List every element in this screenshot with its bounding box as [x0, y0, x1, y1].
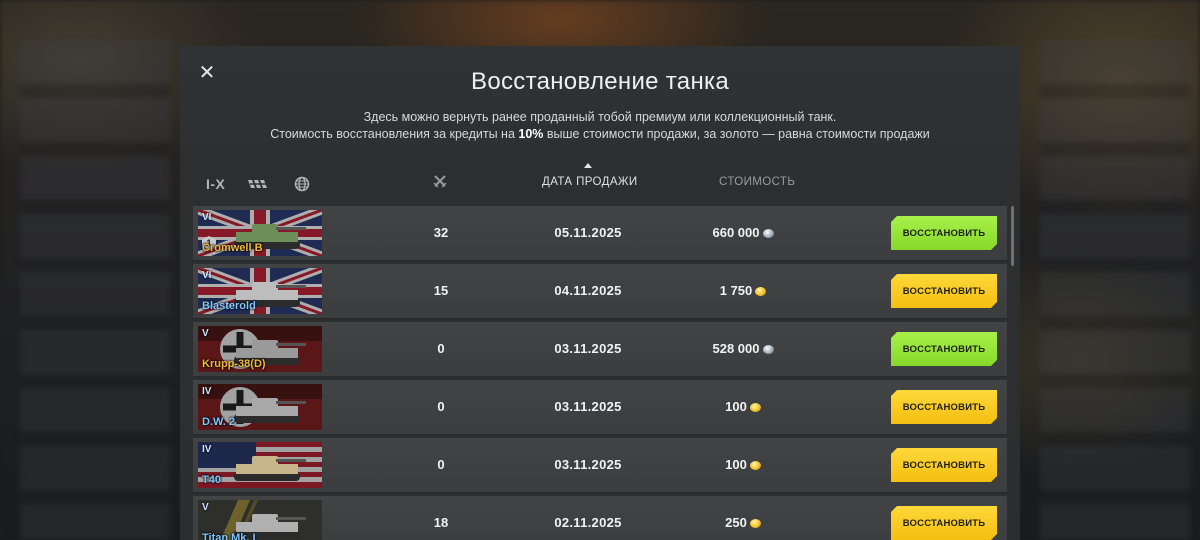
battles-count: 0 — [437, 457, 445, 472]
restore-button[interactable]: ВОССТАНОВИТЬ — [891, 448, 997, 482]
tank-tier: VI — [202, 212, 212, 223]
dialog-description: Здесь можно вернуть ранее проданный тобо… — [180, 109, 1020, 143]
restore-button[interactable]: ВОССТАНОВИТЬ — [891, 216, 997, 250]
tank-name: T40 — [202, 474, 221, 486]
silver-coin-icon — [762, 229, 774, 238]
silver-coin-icon — [762, 345, 774, 354]
tank-tier: VI — [202, 270, 212, 281]
sort-ascending-icon — [584, 163, 592, 168]
crossed-swords-icon — [433, 175, 447, 188]
restore-cost: 1 750 — [693, 283, 793, 298]
tank-thumbnail: V Krupp-38(D) — [198, 326, 322, 372]
date-column-header[interactable]: ДАТА ПРОДАЖИ — [542, 176, 638, 188]
tank-row: V Titan Mk. I 18 02.11.2025 250 ВОССТАНО… — [193, 496, 1007, 540]
battles-count: 32 — [433, 225, 449, 240]
battles-count: 15 — [433, 283, 449, 298]
tank-name: Krupp-38(D) — [202, 358, 266, 370]
tank-row: V Krupp-38(D) 0 03.11.2025 528 000 ВОССТ… — [193, 322, 1007, 377]
cost-value: 100 — [725, 457, 747, 472]
dialog-title: Восстановление танка — [471, 68, 729, 95]
tank-tier: V — [202, 502, 209, 513]
background-left-panel — [20, 40, 170, 540]
filter-bar: I-X — [206, 174, 313, 194]
tank-row: IV D.W. 2 0 03.11.2025 100 ВОССТАНОВИТЬ — [193, 380, 1007, 435]
cost-value: 250 — [725, 515, 747, 530]
cost-value: 100 — [725, 399, 747, 414]
restore-button[interactable]: ВОССТАНОВИТЬ — [891, 390, 997, 424]
description-percent: 10% — [518, 127, 544, 141]
restore-button[interactable]: ВОССТАНОВИТЬ — [891, 274, 997, 308]
tank-thumbnail: V Titan Mk. I — [198, 500, 322, 540]
globe-icon[interactable] — [291, 175, 313, 193]
scrollbar[interactable] — [1011, 206, 1014, 266]
cost-column-header[interactable]: СТОИМОСТЬ — [719, 176, 795, 188]
tank-thumbnail: VI Blasterold — [198, 268, 322, 314]
tank-tier: V — [202, 328, 209, 339]
restore-cost: 100 — [693, 457, 793, 472]
tank-row: VI 1 Cromwell B 32 05.11.2025 660 000 ВО… — [193, 206, 1007, 261]
restore-cost: 100 — [693, 399, 793, 414]
tank-name: D.W. 2 — [202, 416, 236, 428]
restore-cost: 660 000 — [693, 225, 793, 240]
gold-coin-icon — [749, 403, 761, 412]
gold-coin-icon — [749, 519, 761, 528]
sale-date: 02.11.2025 — [554, 515, 622, 530]
battles-count: 0 — [437, 399, 445, 414]
cost-value: 660 000 — [712, 225, 760, 240]
restore-button[interactable]: ВОССТАНОВИТЬ — [891, 506, 997, 540]
restore-cost: 250 — [693, 515, 793, 530]
gold-coin-icon — [749, 461, 761, 470]
background-right-panel — [1040, 40, 1190, 540]
tier-filter[interactable]: I-X — [206, 176, 225, 192]
sale-date: 04.11.2025 — [554, 283, 622, 298]
tank-name: Cromwell B — [202, 242, 263, 254]
tank-tier: IV — [202, 386, 212, 397]
sale-date: 03.11.2025 — [554, 399, 622, 414]
tank-row: IV T40 0 03.11.2025 100 ВОССТАНОВИТЬ — [193, 438, 1007, 493]
sale-date: 03.11.2025 — [554, 341, 622, 356]
description-text-end: выше стоимости продажи, за золото — равн… — [543, 127, 930, 141]
sale-date: 05.11.2025 — [554, 225, 622, 240]
tank-name: Titan Mk. I — [202, 532, 256, 540]
description-line-1: Здесь можно вернуть ранее проданный тобо… — [363, 110, 837, 124]
description-line-2: Стоимость восстановления за кредиты на 1… — [180, 126, 1020, 143]
tank-class-icon[interactable] — [247, 175, 269, 193]
cost-value: 528 000 — [712, 341, 760, 356]
description-text: Стоимость восстановления за кредиты на — [270, 127, 519, 141]
sale-date: 03.11.2025 — [554, 457, 622, 472]
battles-count: 0 — [437, 341, 445, 356]
cost-value: 1 750 — [719, 283, 753, 298]
restore-cost: 528 000 — [693, 341, 793, 356]
restore-button[interactable]: ВОССТАНОВИТЬ — [891, 332, 997, 366]
gold-coin-icon — [755, 287, 767, 296]
tank-name: Blasterold — [202, 300, 256, 312]
tank-thumbnail: VI 1 Cromwell B — [198, 210, 322, 256]
tank-thumbnail: IV D.W. 2 — [198, 384, 322, 430]
restore-tank-dialog: ✕ Восстановление танка Здесь можно верну… — [180, 46, 1020, 540]
tank-thumbnail: IV T40 — [198, 442, 322, 488]
battles-count: 18 — [433, 515, 449, 530]
tank-row: VI Blasterold 15 04.11.2025 1 750 ВОССТА… — [193, 264, 1007, 319]
battles-column-header[interactable] — [433, 174, 447, 191]
tank-tier: IV — [202, 444, 212, 455]
